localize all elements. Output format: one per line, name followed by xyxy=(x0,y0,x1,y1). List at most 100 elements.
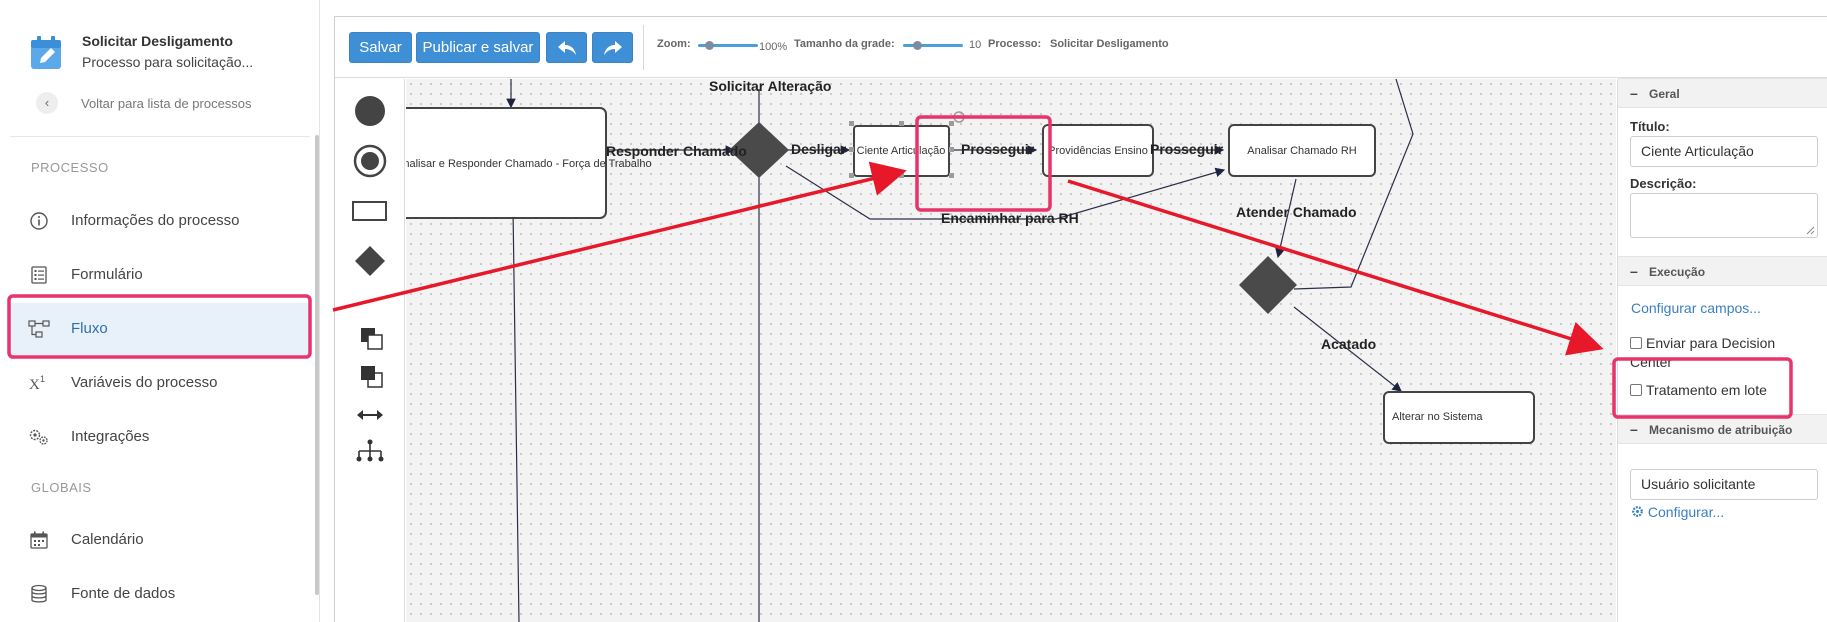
toolbar-separator xyxy=(643,25,644,70)
svg-text:Analisar e Responder Chamado: Analisar e Responder Chamado - Força de … xyxy=(406,158,652,170)
collapse-toggle[interactable]: – xyxy=(1630,85,1638,101)
bring-to-front-icon xyxy=(361,328,383,350)
grid-size-slider[interactable] xyxy=(903,41,963,50)
sidebar-item-process-info[interactable]: Informações do processo xyxy=(10,195,310,247)
decision-center-checkbox[interactable]: Enviar para Decision Center xyxy=(1630,334,1780,372)
resize-grip-icon[interactable] xyxy=(1805,225,1815,235)
sidebar-item-label: Variáveis do processo xyxy=(71,374,218,391)
grid-size-value: 10 xyxy=(969,39,982,51)
properties-panel: – Geral Título: Ciente Articulação Descr… xyxy=(1617,78,1827,622)
label-solicitar-alteracao: Solicitar Alteração xyxy=(709,79,831,94)
sidebar-item-calendar[interactable]: Calendário xyxy=(10,514,310,566)
redo-icon xyxy=(603,41,622,55)
info-icon xyxy=(30,212,48,230)
label-desligar: Desligar xyxy=(791,141,847,157)
checkbox-box[interactable] xyxy=(1630,337,1642,349)
hierarchy-icon xyxy=(356,439,384,462)
palette-task[interactable] xyxy=(335,191,405,231)
chevron-left-icon[interactable]: ‹ xyxy=(36,92,58,114)
task-analisar-rh[interactable]: Analisar Chamado RH xyxy=(1228,124,1376,177)
zoom-slider[interactable] xyxy=(698,41,758,50)
filled-circle-icon xyxy=(355,96,385,126)
sidebar-item-label: Informações do processo xyxy=(71,212,240,229)
task-analisar-responder[interactable]: Analisar e Responder Chamado - Força de … xyxy=(406,107,652,219)
process-header: Solicitar Desligamento Processo para sol… xyxy=(30,33,310,78)
palette-send-back[interactable] xyxy=(335,357,405,397)
palette-end-event[interactable] xyxy=(335,141,405,181)
palette-connector[interactable] xyxy=(335,395,405,435)
section-title: Mecanismo de atribuição xyxy=(1649,423,1793,437)
section-label-process: PROCESSO xyxy=(31,160,109,175)
palette-gateway[interactable] xyxy=(335,241,405,281)
database-icon xyxy=(31,584,47,603)
batch-label: Tratamento em lote xyxy=(1646,382,1767,398)
task-alterar-sistema[interactable]: Alterar no Sistema xyxy=(1383,391,1535,444)
description-textarea[interactable] xyxy=(1630,193,1818,238)
title-input[interactable]: Ciente Articulação xyxy=(1630,136,1818,167)
zoom-value: 100% xyxy=(759,41,788,53)
assignment-select[interactable]: Usuário solicitante xyxy=(1630,469,1818,500)
gear-icon xyxy=(1632,506,1643,517)
label-prosseguir-2: Prosseguir xyxy=(1150,141,1224,157)
edge-bottom-loop[interactable] xyxy=(508,207,520,622)
svg-text:1: 1 xyxy=(40,374,45,384)
save-button[interactable]: Salvar xyxy=(349,32,412,63)
process-subtitle: Processo para solicitação... xyxy=(82,54,254,70)
sidebar-item-label: Fonte de dados xyxy=(71,585,176,602)
palette-start-event[interactable] xyxy=(335,91,405,131)
process-label: Processo: xyxy=(988,38,1042,50)
configure-assignment-link[interactable]: Configurar... xyxy=(1631,504,1724,520)
sidebar-item-integrations[interactable]: Integrações xyxy=(10,411,310,463)
redo-button[interactable] xyxy=(592,32,633,63)
double-arrow-icon xyxy=(357,410,383,420)
undo-icon xyxy=(557,41,576,55)
sidebar-item-flow[interactable]: Fluxo xyxy=(10,303,310,355)
section-execution[interactable]: – Execução xyxy=(1618,256,1827,286)
sidebar-item-label: Integrações xyxy=(71,428,150,445)
sidebar-item-data-source[interactable]: Fonte de dados xyxy=(10,568,310,620)
calendar-edit-icon xyxy=(31,36,61,69)
svg-text:Analisar Chamado RH: Analisar Chamado RH xyxy=(1247,145,1356,157)
zoom-slider-knob[interactable] xyxy=(705,41,714,50)
palette-bring-front[interactable] xyxy=(335,319,405,359)
collapse-toggle[interactable]: – xyxy=(1630,263,1638,279)
section-general[interactable]: – Geral xyxy=(1618,78,1827,108)
rotate-handle[interactable] xyxy=(953,111,965,123)
configure-fields-link[interactable]: Configurar campos... xyxy=(1631,300,1761,316)
sidebar-item-label: Calendário xyxy=(71,531,144,548)
task-ciente-articulacao[interactable]: Ciente Articulação xyxy=(849,111,965,178)
back-to-process-list[interactable]: ‹ Voltar para lista de processos xyxy=(36,92,316,114)
rectangle-icon xyxy=(352,201,387,221)
collapse-toggle[interactable]: – xyxy=(1630,421,1638,437)
sidebar-item-variables[interactable]: X 1 Variáveis do processo xyxy=(10,357,310,409)
sidebar-item-form[interactable]: Formulário xyxy=(10,249,310,301)
section-assignment[interactable]: – Mecanismo de atribuição xyxy=(1618,414,1827,444)
grid-size-slider-knob[interactable] xyxy=(913,41,922,50)
sidebar-divider xyxy=(10,136,310,137)
undo-button[interactable] xyxy=(546,32,587,63)
send-to-back-icon xyxy=(361,366,383,388)
label-encaminhar-rh: Encaminhar para RH xyxy=(941,210,1079,226)
checkbox-box[interactable] xyxy=(1630,384,1642,396)
sidebar-scrollbar[interactable] xyxy=(315,135,319,595)
label-atender-chamado: Atender Chamado xyxy=(1236,204,1357,220)
flow-canvas[interactable]: Analisar e Responder Chamado - Força de … xyxy=(406,79,1616,622)
flow-editor: Salvar Publicar e salvar Zoom: 100% Tama… xyxy=(334,16,1827,622)
edge-right-return[interactable] xyxy=(1293,79,1414,290)
sidebar-item-label: Fluxo xyxy=(71,320,108,337)
publish-save-button[interactable]: Publicar e salvar xyxy=(416,32,540,63)
palette-auto-layout[interactable] xyxy=(335,431,405,471)
svg-text:X: X xyxy=(29,377,40,393)
svg-text:Ciente Articulação: Ciente Articulação xyxy=(857,145,946,157)
zoom-label: Zoom: xyxy=(657,38,691,50)
description-label: Descrição: xyxy=(1630,176,1697,191)
gateway-atender[interactable] xyxy=(1239,256,1297,314)
process-name: Solicitar Desligamento xyxy=(1050,38,1169,50)
svg-text:Alterar no Sistema: Alterar no Sistema xyxy=(1392,411,1483,423)
task-providencias-ensino[interactable]: Providências Ensino xyxy=(1042,124,1154,177)
batch-processing-checkbox[interactable]: Tratamento em lote xyxy=(1630,382,1767,398)
decision-center-label: Enviar para Decision Center xyxy=(1630,335,1776,370)
gears-icon xyxy=(29,429,48,445)
grid-size-label: Tamanho da grade: xyxy=(794,38,895,50)
flow-icon xyxy=(28,320,50,338)
